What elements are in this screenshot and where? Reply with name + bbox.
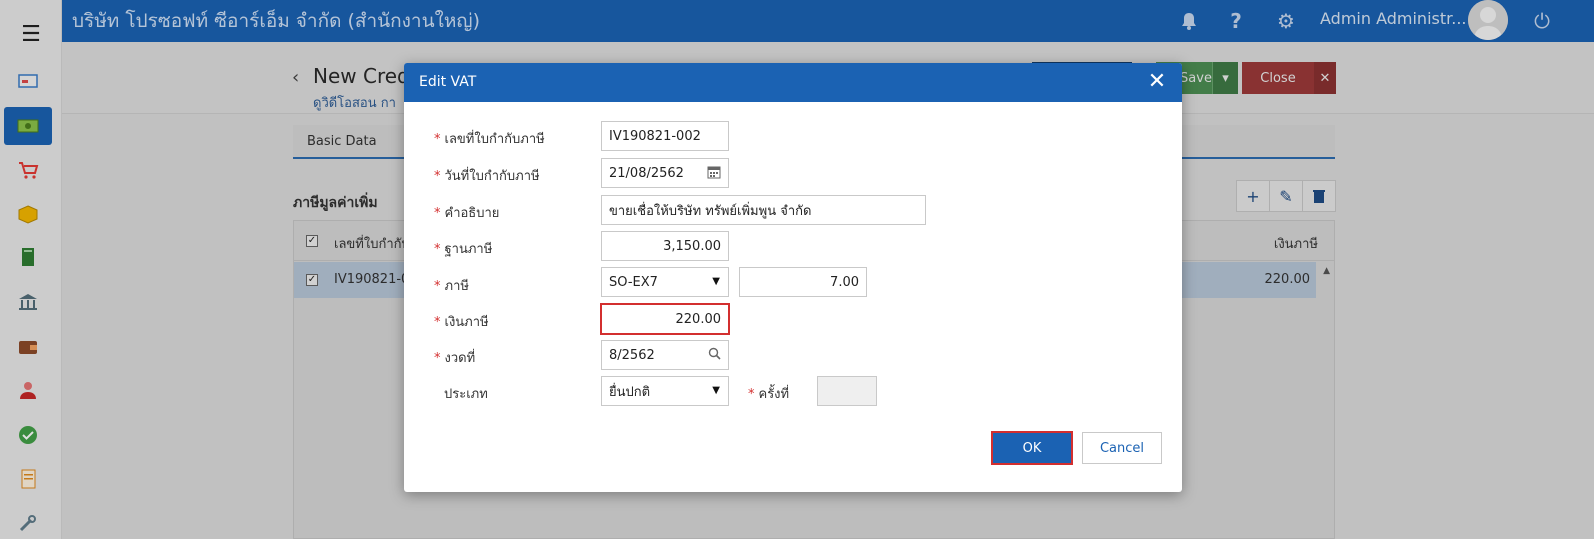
- period-input[interactable]: 8/2562: [601, 340, 729, 370]
- ok-button[interactable]: OK: [991, 431, 1073, 465]
- tax-amount-input[interactable]: 220.00: [600, 303, 730, 335]
- dialog-title: Edit VAT: [419, 74, 477, 90]
- edit-vat-dialog: Edit VAT ✕ * เลขที่ใบกำกับภาษี IV190821-0…: [404, 63, 1182, 492]
- description-input[interactable]: ขายเชื่อให้บริษัท ทรัพย์เพิ่มพูน จำกัด: [601, 195, 926, 225]
- calendar-icon[interactable]: [706, 165, 722, 181]
- period-label: * งวดที่: [434, 351, 476, 366]
- search-icon[interactable]: [706, 347, 722, 363]
- tax-label: * ภาษี: [434, 279, 469, 294]
- type-label: ประเภท: [444, 387, 488, 402]
- caret-down-icon: ▼: [712, 385, 720, 396]
- invoice-no-label: * เลขที่ใบกำกับภาษี: [434, 132, 545, 147]
- tax-code-select[interactable]: SO-EX7 ▼: [601, 267, 729, 297]
- tax-rate-input[interactable]: 7.00: [739, 267, 867, 297]
- times-input: [817, 376, 877, 406]
- invoice-date-label: * วันที่ใบกำกับภาษี: [434, 169, 540, 184]
- tax-base-input[interactable]: 3,150.00: [601, 231, 729, 261]
- description-label: * คำอธิบาย: [434, 206, 500, 221]
- close-icon[interactable]: ✕: [1144, 69, 1170, 95]
- tax-base-label: * ฐานภาษี: [434, 242, 493, 257]
- cancel-button[interactable]: Cancel: [1082, 432, 1162, 464]
- invoice-no-input[interactable]: IV190821-002: [601, 121, 729, 151]
- times-label: * ครั้งที่: [748, 387, 790, 402]
- caret-down-icon: ▼: [712, 276, 720, 287]
- type-select[interactable]: ยื่นปกติ ▼: [601, 376, 729, 406]
- dialog-header: Edit VAT ✕: [404, 63, 1182, 102]
- invoice-date-input[interactable]: 21/08/2562: [601, 158, 729, 188]
- tax-amount-label: * เงินภาษี: [434, 315, 489, 330]
